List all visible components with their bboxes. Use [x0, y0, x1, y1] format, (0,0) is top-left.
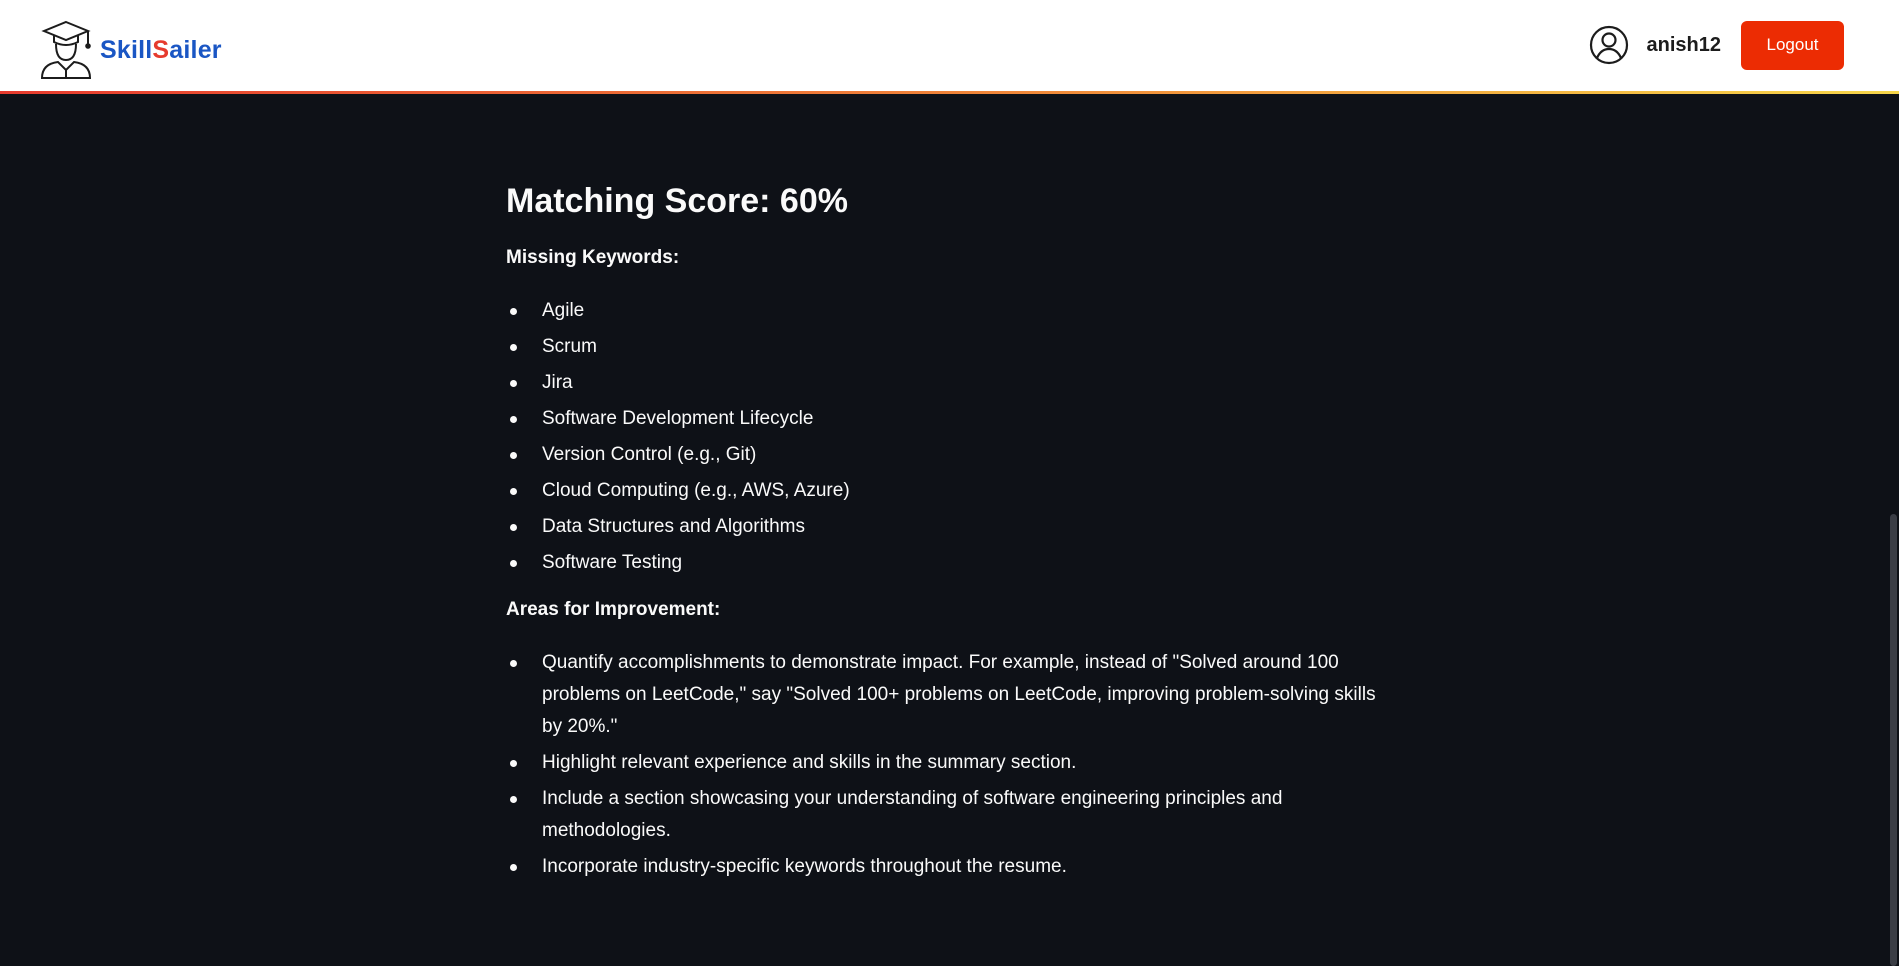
keyword-item: Software Testing: [506, 547, 1396, 579]
improvement-item: Incorporate industry-specific keywords t…: [506, 851, 1396, 883]
matching-score-heading: Matching Score: 60%: [506, 182, 848, 220]
analysis-result: Matching Score: 60% Missing Keywords: Ag…: [506, 180, 1396, 901]
scrollbar-thumb[interactable]: [1890, 514, 1897, 966]
improvement-item: Quantify accomplishments to demonstrate …: [506, 647, 1396, 743]
missing-keywords-title: Missing Keywords:: [506, 247, 680, 268]
missing-keywords-list: Agile Scrum Jira Software Development Li…: [506, 295, 1396, 579]
keyword-item: Data Structures and Algorithms: [506, 511, 1396, 543]
navbar-accent-line: [0, 91, 1899, 94]
logout-button[interactable]: Logout: [1741, 20, 1844, 70]
improvement-item: Highlight relevant experience and skills…: [506, 747, 1396, 779]
keyword-item: Scrum: [506, 331, 1396, 363]
keyword-item: Agile: [506, 295, 1396, 327]
improvement-item: Include a section showcasing your unders…: [506, 783, 1396, 847]
brand[interactable]: SkillSailer: [38, 20, 222, 80]
user-area: anish12 Logout: [1589, 20, 1844, 70]
username-label: anish12: [1646, 33, 1721, 56]
improvement-list: Quantify accomplishments to demonstrate …: [506, 647, 1396, 883]
keyword-item: Cloud Computing (e.g., AWS, Azure): [506, 475, 1396, 507]
keyword-item: Jira: [506, 367, 1396, 399]
brand-name: SkillSailer: [100, 35, 222, 64]
user-circle-icon[interactable]: [1589, 25, 1629, 65]
graduate-logo-icon: [40, 20, 92, 79]
keyword-item: Version Control (e.g., Git): [506, 439, 1396, 471]
top-navbar: SkillSailer anish12 Logout: [0, 0, 1899, 91]
improvement-title: Areas for Improvement:: [506, 599, 721, 620]
keyword-item: Software Development Lifecycle: [506, 403, 1396, 435]
page-scrollbar[interactable]: [1887, 94, 1899, 966]
